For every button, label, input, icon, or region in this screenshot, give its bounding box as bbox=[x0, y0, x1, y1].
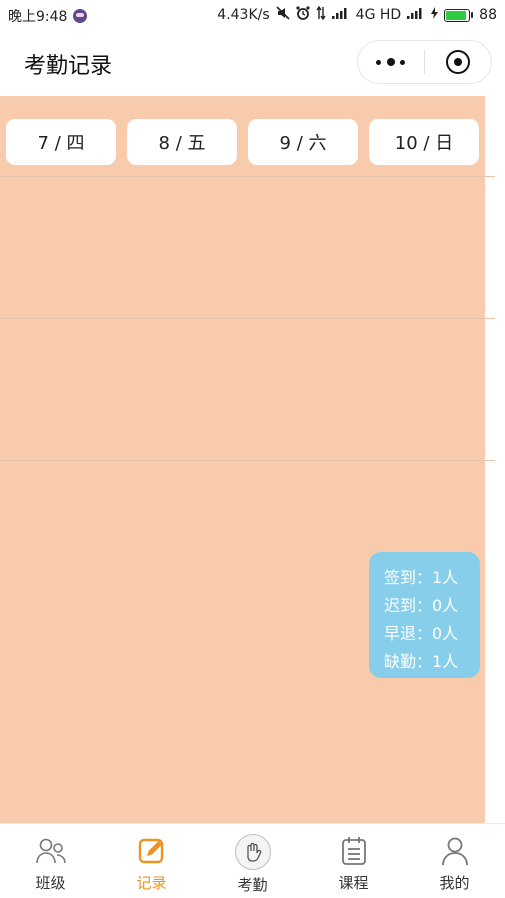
tab-attendance[interactable]: 考勤 bbox=[202, 824, 303, 898]
alarm-icon bbox=[296, 6, 310, 24]
mascot-icon bbox=[73, 9, 88, 23]
status-bar: 晚上9:48 4.43K/s 4G HD 88 bbox=[0, 0, 505, 30]
more-button[interactable] bbox=[358, 41, 424, 83]
charging-icon bbox=[431, 7, 439, 23]
signal-icon bbox=[331, 7, 350, 23]
people-icon bbox=[34, 834, 68, 868]
tab-label: 班级 bbox=[35, 874, 66, 892]
stat-early-leave: 早退：0人 bbox=[384, 624, 459, 643]
tab-label: 记录 bbox=[136, 874, 167, 892]
day-button-10[interactable]: 10 / 日 bbox=[369, 119, 479, 165]
close-button[interactable] bbox=[425, 41, 491, 83]
tab-label: 我的 bbox=[439, 874, 470, 892]
day-button-8[interactable]: 8 / 五 bbox=[127, 119, 237, 165]
divider-line bbox=[0, 176, 495, 177]
stat-absent: 缺勤：1人 bbox=[384, 652, 459, 671]
divider-line bbox=[0, 460, 495, 461]
signal-text: 4G HD bbox=[355, 7, 402, 23]
day-button-7[interactable]: 7 / 四 bbox=[6, 119, 116, 165]
battery-icon bbox=[444, 8, 474, 22]
stat-late: 迟到：0人 bbox=[384, 596, 459, 615]
clipboard-icon bbox=[337, 834, 371, 868]
tab-courses[interactable]: 课程 bbox=[303, 824, 404, 898]
data-arrows-icon bbox=[316, 5, 326, 24]
day-button-9[interactable]: 9 / 六 bbox=[248, 119, 358, 165]
status-left: 晚上9:48 bbox=[8, 6, 88, 26]
edit-record-icon bbox=[135, 834, 169, 868]
status-right: 4.43K/s 4G HD 88 bbox=[217, 5, 497, 24]
tab-label: 考勤 bbox=[237, 876, 268, 894]
menu-capsule bbox=[357, 40, 492, 84]
tab-mine[interactable]: 我的 bbox=[404, 824, 505, 898]
net-speed: 4.43K/s bbox=[217, 7, 270, 23]
person-icon bbox=[438, 834, 472, 868]
close-target-icon bbox=[445, 50, 470, 74]
attendance-hand-icon bbox=[234, 834, 271, 870]
more-dots-icon bbox=[376, 57, 406, 67]
tab-label: 课程 bbox=[338, 874, 369, 892]
divider-line bbox=[0, 318, 495, 319]
attendance-stats-box: 签到：1人 迟到：0人 早退：0人 缺勤：1人 bbox=[369, 552, 480, 678]
tab-class[interactable]: 班级 bbox=[0, 824, 101, 898]
stat-signed: 签到：1人 bbox=[384, 568, 459, 587]
tab-records[interactable]: 记录 bbox=[101, 824, 202, 898]
day-selector: 7 / 四 8 / 五 9 / 六 10 / 日 bbox=[6, 119, 479, 165]
nav-bar: 考勤记录 bbox=[0, 30, 505, 96]
page-title: 考勤记录 bbox=[24, 54, 113, 79]
battery-percent: 88 bbox=[479, 7, 497, 23]
tab-bar: 班级 记录 考勤 课程 我的 bbox=[0, 823, 505, 898]
signal-icon-2 bbox=[407, 7, 425, 23]
status-time: 晚上9:48 bbox=[8, 9, 68, 25]
mute-icon bbox=[276, 6, 290, 24]
